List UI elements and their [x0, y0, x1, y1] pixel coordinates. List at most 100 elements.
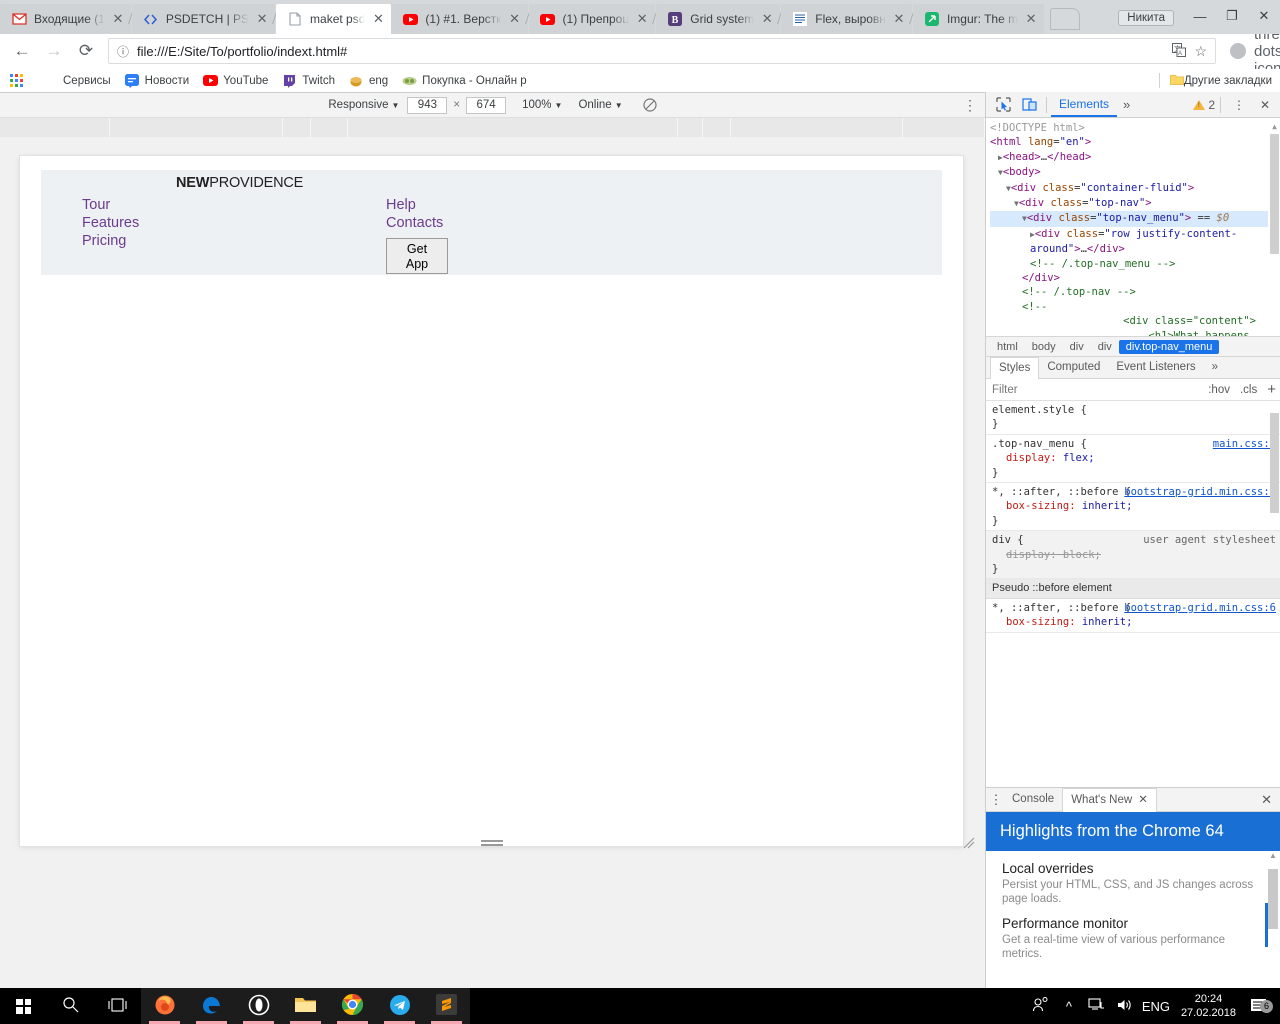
browser-tab-grid-system[interactable]: B Grid system ✕: [656, 4, 780, 34]
tab-console[interactable]: Console: [1004, 788, 1062, 811]
language-indicator[interactable]: ENG: [1139, 999, 1173, 1014]
device-selector[interactable]: Responsive ▼: [328, 99, 399, 111]
dom-tree[interactable]: <!DOCTYPE html><html lang="en">▶<head>…<…: [986, 118, 1280, 336]
notification-center-button[interactable]: 6: [1244, 998, 1274, 1015]
breadcrumb-body[interactable]: body: [1025, 340, 1063, 354]
styles-rules-list[interactable]: element.style {}.top-nav_menu {main.css:…: [986, 401, 1280, 787]
other-bookmarks-button[interactable]: Другие закладки: [1159, 73, 1272, 88]
hov-toggle[interactable]: :hov: [1208, 384, 1230, 396]
zoom-selector[interactable]: 100% ▼: [522, 99, 562, 111]
tab-styles[interactable]: Styles: [990, 357, 1039, 379]
star-icon[interactable]: ☆: [1194, 43, 1207, 60]
close-icon[interactable]: ✕: [253, 10, 271, 28]
whats-new-item[interactable]: Performance monitor Get a real-time view…: [1002, 916, 1264, 961]
throttling-selector[interactable]: Online ▼: [578, 99, 622, 111]
style-declaration[interactable]: box-sizing: inherit;: [992, 615, 1276, 629]
browser-tab-imgur[interactable]: Imgur: The m ✕: [913, 4, 1044, 34]
dom-tree-line[interactable]: <!-- /.top-nav -->: [990, 285, 1268, 299]
taskbar-firefox[interactable]: [141, 988, 188, 1024]
close-icon[interactable]: ✕: [506, 10, 524, 28]
breadcrumb-div-top-nav-menu[interactable]: div.top-nav_menu: [1119, 340, 1220, 354]
dom-tree-line[interactable]: ▼<body>: [990, 165, 1268, 180]
browser-tab-maket-psd[interactable]: maket psd ✕: [276, 4, 391, 34]
address-bar[interactable]: ⓘ file:///E:/Site/To/portfolio/indext.ht…: [108, 38, 1216, 64]
tab-whats-new-close-icon[interactable]: ✕: [1138, 789, 1148, 812]
viewport-height-handle[interactable]: [481, 840, 503, 847]
close-icon[interactable]: ✕: [109, 10, 127, 28]
taskbar-chrome[interactable]: [329, 988, 376, 1024]
styles-more-tabs-icon[interactable]: »: [1204, 357, 1226, 378]
browser-tab-gmail[interactable]: Входящие (1 ✕: [0, 4, 131, 34]
style-declaration[interactable]: display: block;: [992, 548, 1276, 562]
browser-tab-psdetch[interactable]: PSDETCH | PS ✕: [132, 4, 275, 34]
bookmark-eng[interactable]: eng: [348, 73, 388, 89]
clock[interactable]: 20:24 27.02.2018: [1173, 992, 1244, 1020]
bookmark-twitch[interactable]: Twitch: [281, 73, 335, 89]
browser-tab-youtube-1[interactable]: (1) #1. Верстк ✕: [391, 4, 527, 34]
dom-tree-line[interactable]: <!-- /.top-nav_menu -->: [990, 257, 1268, 271]
nav-link-contacts[interactable]: Contacts: [386, 214, 443, 232]
styles-scrollbar[interactable]: [1270, 403, 1279, 785]
dom-tree-line[interactable]: ▶<head>…</head>: [990, 150, 1268, 165]
taskbar-file-explorer[interactable]: [282, 988, 329, 1024]
bookmark-apps[interactable]: [8, 73, 29, 89]
nav-link-pricing[interactable]: Pricing: [82, 232, 139, 250]
warning-badge[interactable]: 2: [1193, 98, 1215, 112]
maximize-icon[interactable]: ❐: [1216, 1, 1248, 31]
dom-tree-line[interactable]: ▼<div class="top-nav_menu"> == $0: [990, 211, 1268, 226]
dom-tree-line[interactable]: <html lang="en">: [990, 135, 1268, 149]
browser-tab-flex[interactable]: Flex, выровн ✕: [781, 4, 912, 34]
viewport-width-input[interactable]: 943: [407, 97, 447, 114]
back-button[interactable]: ←: [8, 37, 36, 65]
dom-tree-line[interactable]: ▶<div class="row justify-content-around"…: [990, 227, 1268, 257]
browser-tab-youtube-2[interactable]: (1) Препроц ✕: [529, 4, 656, 34]
style-rule[interactable]: div {user agent stylesheetdisplay: block…: [986, 531, 1280, 579]
tab-event-listeners[interactable]: Event Listeners: [1108, 357, 1203, 378]
devtools-settings-icon[interactable]: ⋮: [1226, 93, 1252, 117]
bookmark-youtube[interactable]: YouTube: [202, 73, 268, 89]
translate-icon[interactable]: 文A: [1172, 43, 1186, 60]
dom-tree-line[interactable]: ▼<div class="top-nav">: [990, 196, 1268, 211]
breadcrumb-div-2[interactable]: div: [1091, 340, 1119, 354]
bookmark-shop[interactable]: Покупка - Онлайн р: [401, 73, 526, 89]
tab-computed[interactable]: Computed: [1039, 357, 1108, 378]
inspect-cursor-icon[interactable]: [990, 93, 1016, 117]
style-rule[interactable]: *, ::after, ::before {bootstrap-grid.min…: [986, 483, 1280, 531]
close-icon[interactable]: ✕: [369, 10, 387, 28]
window-close-icon[interactable]: ✕: [1248, 1, 1280, 31]
device-toolbar-overflow-icon[interactable]: ⋮: [963, 97, 977, 114]
user-profile-chip[interactable]: Никита: [1118, 10, 1174, 26]
whats-new-scrollbar[interactable]: ▲: [1268, 851, 1278, 988]
no-throttle-icon[interactable]: [643, 98, 657, 112]
taskbar-sublime-text[interactable]: [423, 988, 470, 1024]
bookmark-services[interactable]: Сервисы: [42, 73, 111, 89]
dom-tree-line[interactable]: ▼<div class="container-fluid">: [990, 181, 1268, 196]
nav-link-features[interactable]: Features: [82, 214, 139, 232]
style-rule-source-link[interactable]: main.css:5: [1213, 437, 1276, 451]
dom-tree-line[interactable]: <div class="content">: [990, 314, 1268, 328]
drawer-close-icon[interactable]: ✕: [1253, 792, 1280, 808]
close-icon[interactable]: ✕: [890, 10, 908, 28]
breadcrumb-div-1[interactable]: div: [1063, 340, 1091, 354]
filter-input[interactable]: Filter: [992, 384, 1018, 396]
close-icon[interactable]: ✕: [1022, 10, 1040, 28]
avatar[interactable]: [1230, 43, 1246, 59]
device-toolbar-icon[interactable]: [1016, 93, 1042, 117]
style-rule-source-link[interactable]: bootstrap-grid.min.css:6: [1124, 601, 1276, 615]
taskbar-opera[interactable]: [235, 988, 282, 1024]
drawer-menu-icon[interactable]: ⋮: [988, 792, 1004, 808]
style-rule-source-link[interactable]: bootstrap-grid.min.css:6: [1124, 485, 1276, 499]
style-declaration[interactable]: box-sizing: inherit;: [992, 499, 1276, 513]
style-rule-source-link[interactable]: user agent stylesheet: [1143, 533, 1276, 547]
start-button[interactable]: [0, 988, 47, 1024]
people-icon[interactable]: [1027, 997, 1055, 1015]
dom-tree-line[interactable]: <!--: [990, 300, 1268, 314]
network-icon[interactable]: [1083, 998, 1111, 1015]
dom-tree-line[interactable]: <!DOCTYPE html>: [990, 121, 1268, 135]
close-icon[interactable]: ✕: [758, 10, 776, 28]
style-rule[interactable]: *, ::after, ::before {bootstrap-grid.min…: [986, 599, 1280, 633]
close-icon[interactable]: ✕: [633, 10, 651, 28]
style-rule[interactable]: .top-nav_menu {main.css:5display: flex;}: [986, 435, 1280, 483]
reload-button[interactable]: ⟳: [72, 37, 100, 65]
volume-icon[interactable]: [1111, 998, 1139, 1015]
